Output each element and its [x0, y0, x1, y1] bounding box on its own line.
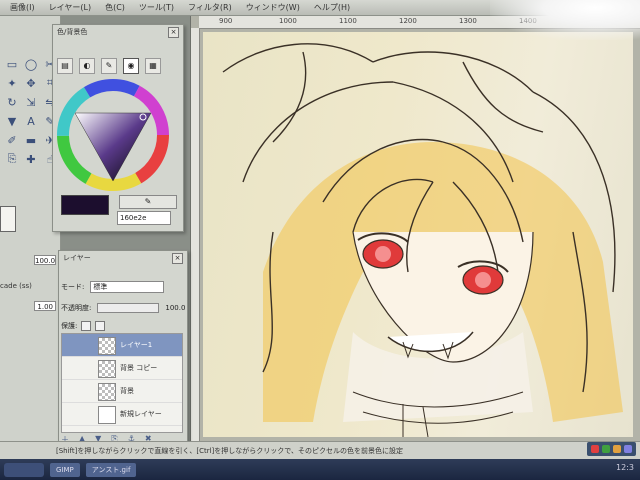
- opacity-row: 不透明度: 100.0: [61, 303, 185, 313]
- eraser-icon[interactable]: ▬: [23, 132, 39, 148]
- layer-list: レイヤー1 背景 コピー 背景 新規レイヤー: [61, 333, 183, 433]
- taskbar: GIMP アンスト.gif: [0, 459, 640, 480]
- system-tray: [587, 442, 636, 456]
- layer-name: 背景: [120, 387, 134, 395]
- palette-icon[interactable]: ◐: [79, 58, 95, 74]
- rotate-icon[interactable]: ↻: [4, 94, 20, 110]
- lock-alpha-checkbox[interactable]: [95, 321, 106, 331]
- color-selector-tabs: ▤ ◐ ✎ ◉ ▦: [57, 58, 161, 74]
- tray-icon[interactable]: [591, 445, 599, 453]
- layer-name: 新規レイヤー: [120, 410, 162, 418]
- heal-icon[interactable]: ✚: [23, 151, 39, 167]
- opacity-row: 100.0: [0, 254, 56, 266]
- tool-grid: ▭ ◯ ✂ ✦ ✥ ⌗ ↻ ⇲ ⇋ ▼ A ✎ ✐ ▬ ✈ ⎘ ✚ ☝: [4, 56, 58, 167]
- layer-name: レイヤー1: [120, 341, 153, 349]
- tray-icon[interactable]: [613, 445, 621, 453]
- close-icon[interactable]: ×: [168, 27, 179, 38]
- color-wheel[interactable]: [57, 77, 177, 193]
- text-icon[interactable]: A: [23, 113, 39, 129]
- list-item[interactable]: 背景: [62, 380, 182, 403]
- clone-icon[interactable]: ⎘: [4, 151, 20, 167]
- opacity-spinner[interactable]: 100.0: [34, 255, 56, 265]
- canvas-window[interactable]: 900 1000 1100 1200 1300 1400 1500: [190, 16, 640, 441]
- menu-windows[interactable]: ウィンドウ(W): [246, 2, 300, 13]
- cmyk-icon[interactable]: ▦: [145, 58, 161, 74]
- wheel-selector-icon[interactable]: ◉: [123, 58, 139, 74]
- menu-image[interactable]: 画像(I): [10, 2, 35, 13]
- printer-icon[interactable]: ▤: [57, 58, 73, 74]
- start-button[interactable]: [4, 462, 44, 477]
- dock-title[interactable]: レイヤー: [63, 253, 91, 263]
- opacity-value[interactable]: 100.0: [165, 304, 185, 312]
- move-icon[interactable]: ✥: [23, 75, 39, 91]
- menu-tools[interactable]: ツール(T): [139, 2, 174, 13]
- lock-pixels-checkbox[interactable]: [81, 321, 92, 331]
- layer-thumbnail: [98, 337, 116, 355]
- foreground-swatch[interactable]: [0, 206, 16, 232]
- brush-selector-icon[interactable]: ✎: [101, 58, 117, 74]
- color-picker-button[interactable]: ✎: [119, 195, 177, 209]
- rect-select-icon[interactable]: ▭: [4, 56, 20, 72]
- scale-icon[interactable]: ⇲: [23, 94, 39, 110]
- status-bar: [Shift]を押しながらクリックで直線を引く、[Ctrl]を押しながらクリック…: [0, 441, 640, 459]
- ellipse-select-icon[interactable]: ◯: [23, 56, 39, 72]
- screen-glare: [490, 0, 640, 40]
- ruler-number: 1000: [279, 17, 297, 25]
- drawing-canvas[interactable]: [203, 32, 633, 438]
- mode-select[interactable]: 標準: [90, 281, 165, 293]
- mode-text: cade (ss): [0, 282, 32, 290]
- menu-help[interactable]: ヘルプ(H): [314, 2, 350, 13]
- anime-illustration: [222, 43, 623, 438]
- brush-icon[interactable]: ✐: [4, 132, 20, 148]
- menu-colors[interactable]: 色(C): [105, 2, 125, 13]
- menu-filters[interactable]: フィルタ(R): [188, 2, 232, 13]
- size-row: 1.00: [0, 300, 56, 312]
- fuzzy-select-icon[interactable]: ✦: [4, 75, 20, 91]
- layers-dock: レイヤー × モード: 標準 不透明度: 100.0 保護: レイヤー1 背景 …: [58, 250, 188, 448]
- bucket-icon[interactable]: ▼: [4, 113, 20, 129]
- menu-layer[interactable]: レイヤー(L): [49, 2, 91, 13]
- layer-thumbnail: [98, 360, 116, 378]
- list-item[interactable]: 背景 コピー: [62, 357, 182, 380]
- ruler-number: 1100: [339, 17, 357, 25]
- dock-title[interactable]: 色/背景色: [57, 27, 87, 37]
- task-button[interactable]: アンスト.gif: [85, 462, 137, 477]
- colors-dock: 色/背景色 × ▤ ◐ ✎ ◉ ▦ ✎ 160e2e: [52, 24, 184, 232]
- layer-name: 背景 コピー: [120, 364, 158, 372]
- hex-field[interactable]: 160e2e: [117, 211, 171, 225]
- opacity-label: 不透明度:: [61, 304, 92, 312]
- ruler-number: 1200: [399, 17, 417, 25]
- vertical-ruler[interactable]: [191, 28, 200, 441]
- task-button[interactable]: GIMP: [50, 462, 80, 477]
- mode-row: モード: 標準: [61, 281, 165, 293]
- current-color-swatch[interactable]: [61, 195, 109, 215]
- tray-icon[interactable]: [602, 445, 610, 453]
- mode-label: モード:: [61, 283, 85, 291]
- opacity-slider[interactable]: [97, 303, 160, 313]
- lock-label: 保護:: [61, 322, 78, 330]
- list-item[interactable]: 新規レイヤー: [62, 403, 182, 426]
- ruler-number: 1300: [459, 17, 477, 25]
- layer-thumbnail: [98, 383, 116, 401]
- ruler-number: 900: [219, 17, 233, 25]
- layer-thumbnail: [98, 406, 116, 424]
- close-icon[interactable]: ×: [172, 253, 183, 264]
- clock: 12:3: [616, 463, 634, 472]
- list-item[interactable]: レイヤー1: [62, 334, 182, 357]
- tray-icon[interactable]: [624, 445, 632, 453]
- lock-row: 保護:: [61, 321, 106, 331]
- size-spinner[interactable]: 1.00: [34, 301, 56, 311]
